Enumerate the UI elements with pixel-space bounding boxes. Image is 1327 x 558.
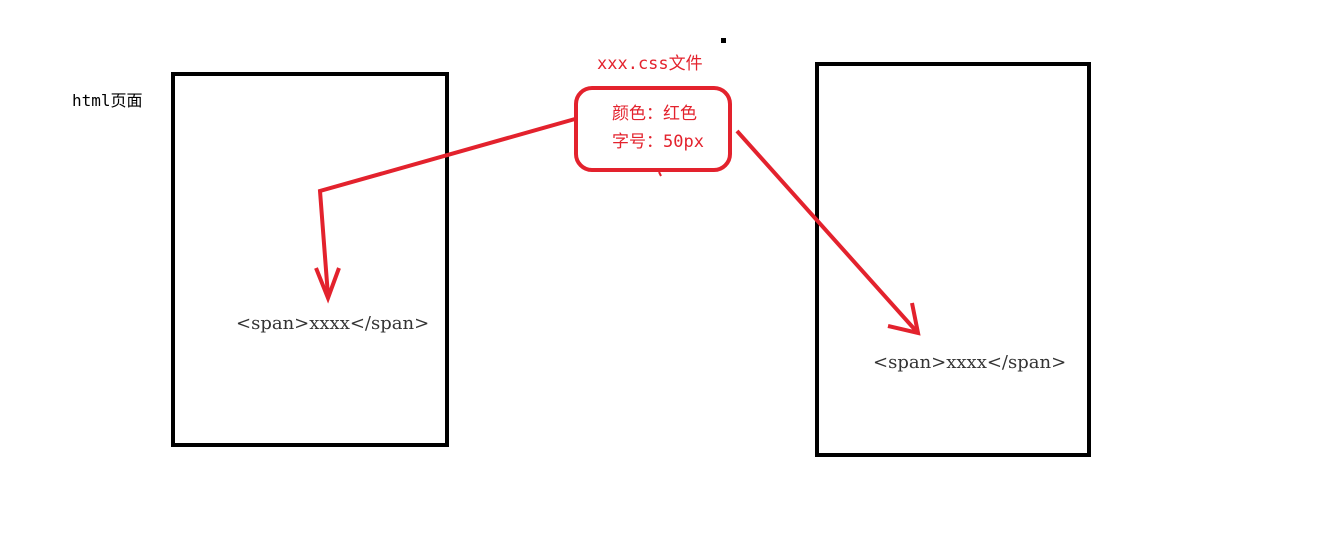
diagram-canvas: html页面 xxx.css文件 颜色：红色 字号：50px <span>xxx…: [0, 0, 1327, 558]
right-arrow-line: [735, 129, 919, 334]
html-page-label: html页面: [72, 91, 143, 110]
css-file-title: xxx.css文件: [597, 54, 703, 74]
right-html-page-box: [815, 62, 1091, 457]
diagram-svg: [171, 38, 1091, 457]
right-span-element: <span>xxxx</span>: [873, 352, 1067, 373]
left-html-page-box: [171, 72, 449, 447]
stray-dot: [721, 38, 726, 43]
stray-tick: [658, 171, 662, 177]
css-rule-font-size: 字号：50px: [612, 132, 704, 152]
css-file-box: [574, 86, 732, 172]
css-rule-color: 颜色：红色: [612, 104, 697, 124]
left-span-element: <span>xxxx</span>: [236, 313, 430, 334]
